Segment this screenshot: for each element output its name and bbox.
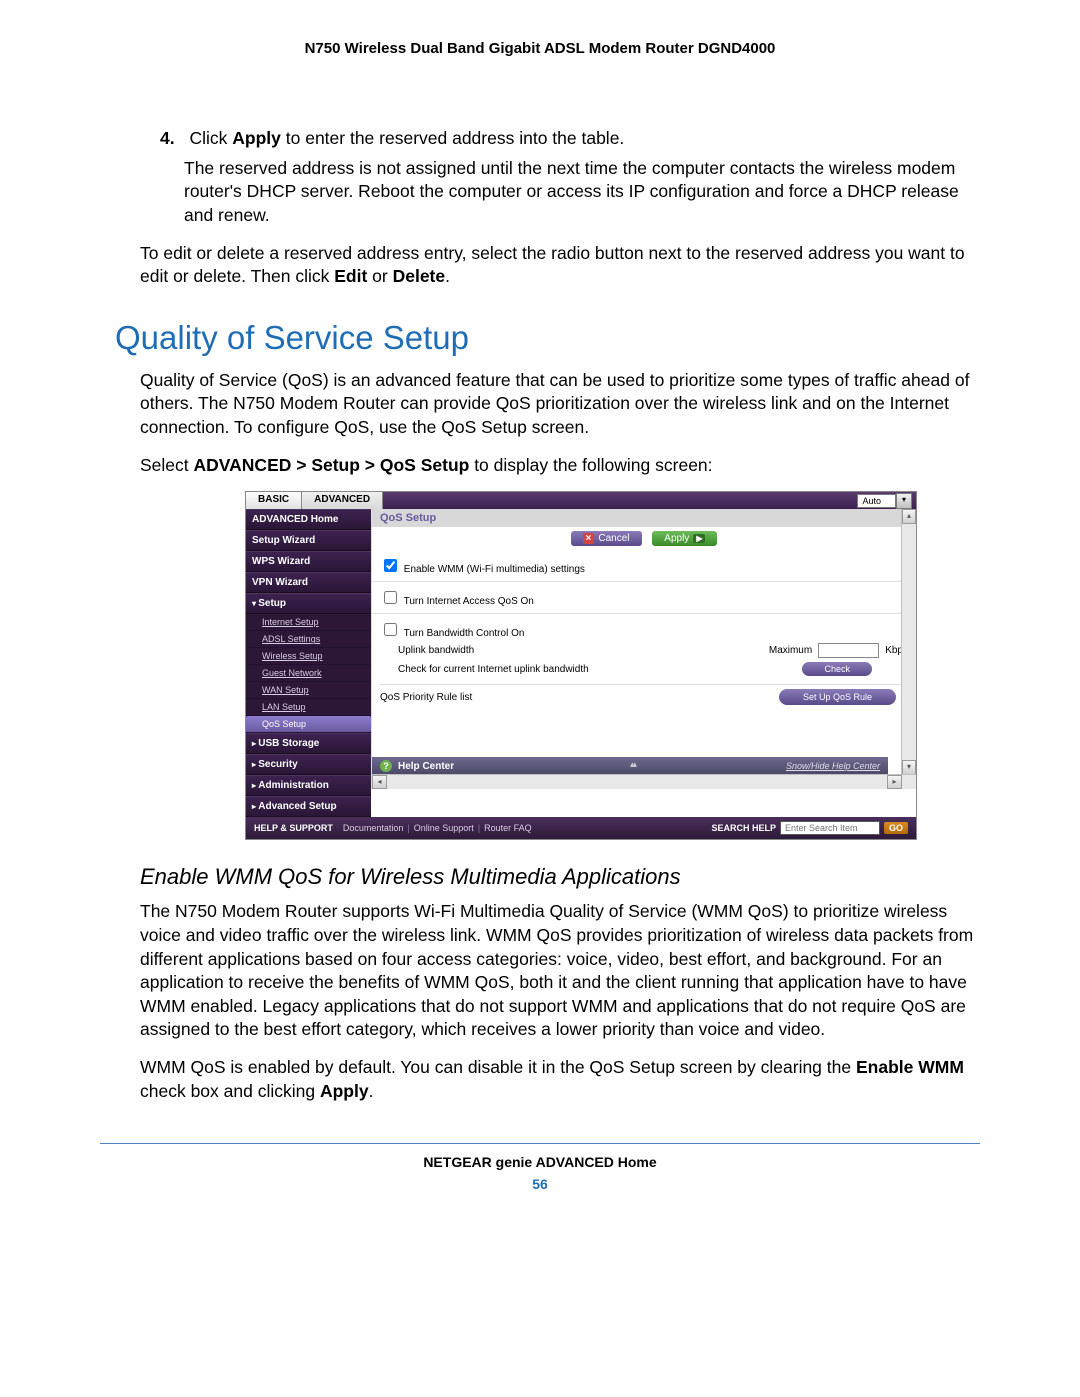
sidebar-sub-lan[interactable]: LAN Setup xyxy=(246,699,371,716)
step-paragraph: The reserved address is not assigned unt… xyxy=(184,157,980,228)
heading-qos-setup: Quality of Service Setup xyxy=(115,319,980,357)
step-number: 4. xyxy=(160,128,175,148)
close-icon: × xyxy=(583,533,595,544)
maximum-label: Maximum xyxy=(769,645,812,656)
uplink-bandwidth-row: Uplink bandwidth Maximum Kbps xyxy=(398,641,908,660)
chevron-up-icon[interactable]: ▴▴ xyxy=(630,759,635,770)
uplink-input[interactable] xyxy=(818,643,879,658)
search-input[interactable] xyxy=(780,821,880,835)
go-button[interactable]: GO xyxy=(884,822,908,834)
scroll-right-icon[interactable]: ▸ xyxy=(887,775,902,789)
action-bar: ×Cancel Apply▶ xyxy=(372,527,916,550)
chevron-down-icon[interactable]: ▾ xyxy=(896,493,912,509)
qos-rule-row: QoS Priority Rule list Set Up QoS Rule xyxy=(380,684,908,709)
sidebar: ADVANCED Home Setup Wizard WPS Wizard VP… xyxy=(246,509,371,817)
arrow-right-icon: ▶ xyxy=(693,534,705,543)
sidebar-sub-internet[interactable]: Internet Setup xyxy=(246,614,371,631)
qos-intro-paragraph: Quality of Service (QoS) is an advanced … xyxy=(140,369,980,440)
uplink-label: Uplink bandwidth xyxy=(398,645,474,656)
tab-bar: BASIC ADVANCED Auto ▾ xyxy=(246,492,916,509)
sidebar-security[interactable]: Security xyxy=(246,754,371,775)
sidebar-usb-storage[interactable]: USB Storage xyxy=(246,733,371,754)
enable-wmm-label: Enable WMM (Wi-Fi multimedia) settings xyxy=(404,564,585,575)
online-support-link[interactable]: Online Support xyxy=(414,823,474,833)
bandwidth-control-checkbox[interactable] xyxy=(384,623,397,636)
sidebar-vpn-wizard[interactable]: VPN Wizard xyxy=(246,572,371,593)
help-toggle-link[interactable]: Snow/Hide Help Center xyxy=(786,761,880,771)
scroll-left-icon[interactable]: ◂ xyxy=(372,775,387,789)
rule-list-label: QoS Priority Rule list xyxy=(380,692,472,703)
sidebar-sub-adsl[interactable]: ADSL Settings xyxy=(246,631,371,648)
select-path-paragraph: Select ADVANCED > Setup > QoS Setup to d… xyxy=(140,454,980,478)
sidebar-administration[interactable]: Administration xyxy=(246,775,371,796)
check-button[interactable]: Check xyxy=(802,662,872,676)
document-header: N750 Wireless Dual Band Gigabit ADSL Mod… xyxy=(100,40,980,57)
scroll-down-icon[interactable]: ▾ xyxy=(902,760,916,775)
internet-qos-label: Turn Internet Access QoS On xyxy=(404,596,534,607)
documentation-link[interactable]: Documentation xyxy=(343,823,404,833)
sidebar-sub-wan[interactable]: WAN Setup xyxy=(246,682,371,699)
vertical-scrollbar[interactable]: ▴ ▾ xyxy=(901,509,916,789)
enable-wmm-row: Enable WMM (Wi-Fi multimedia) settings xyxy=(380,554,908,577)
search-help-label: SEARCH HELP xyxy=(711,823,776,833)
page-footer: NETGEAR genie ADVANCED Home 56 xyxy=(100,1143,980,1192)
sidebar-setup-wizard[interactable]: Setup Wizard xyxy=(246,530,371,551)
wmm-paragraph-2: WMM QoS is enabled by default. You can d… xyxy=(140,1056,980,1103)
bandwidth-control-row: Turn Bandwidth Control On xyxy=(380,618,908,641)
language-value: Auto xyxy=(857,494,896,508)
step-text: Click Apply to enter the reserved addres… xyxy=(189,128,624,148)
footer-bar: HELP & SUPPORT Documentation | Online Su… xyxy=(246,817,916,839)
check-bandwidth-row: Check for current Internet uplink bandwi… xyxy=(398,660,908,678)
sidebar-sub-wireless[interactable]: Wireless Setup xyxy=(246,648,371,665)
sidebar-sub-guest[interactable]: Guest Network xyxy=(246,665,371,682)
heading-enable-wmm: Enable WMM QoS for Wireless Multimedia A… xyxy=(140,864,980,890)
router-ui-screenshot: BASIC ADVANCED Auto ▾ ADVANCED Home Setu… xyxy=(245,491,917,840)
edit-delete-paragraph: To edit or delete a reserved address ent… xyxy=(140,242,980,289)
internet-qos-row: Turn Internet Access QoS On xyxy=(380,586,908,609)
apply-button[interactable]: Apply▶ xyxy=(652,531,717,546)
help-icon: ? xyxy=(380,760,392,772)
sidebar-advanced-setup[interactable]: Advanced Setup xyxy=(246,796,371,817)
panel-title: QoS Setup xyxy=(372,509,916,527)
language-selector[interactable]: Auto ▾ xyxy=(857,493,912,509)
tab-basic[interactable]: BASIC xyxy=(246,492,302,509)
sidebar-sub-qos[interactable]: QoS Setup xyxy=(246,716,371,733)
setup-qos-rule-button[interactable]: Set Up QoS Rule xyxy=(779,689,896,705)
router-faq-link[interactable]: Router FAQ xyxy=(484,823,532,833)
page-number: 56 xyxy=(100,1176,980,1192)
help-center-bar[interactable]: ? Help Center ▴▴ Snow/Hide Help Center xyxy=(372,757,888,775)
scroll-up-icon[interactable]: ▴ xyxy=(902,509,916,524)
footer-title: NETGEAR genie ADVANCED Home xyxy=(100,1154,980,1170)
cancel-button[interactable]: ×Cancel xyxy=(571,531,642,546)
help-center-label: Help Center xyxy=(398,761,454,772)
internet-qos-checkbox[interactable] xyxy=(384,591,397,604)
sidebar-setup[interactable]: Setup xyxy=(246,593,371,614)
tab-advanced[interactable]: ADVANCED xyxy=(302,492,383,509)
enable-wmm-checkbox[interactable] xyxy=(384,559,397,572)
wmm-paragraph-1: The N750 Modem Router supports Wi-Fi Mul… xyxy=(140,900,980,1042)
horizontal-scrollbar[interactable]: ◂ ▸ xyxy=(372,774,916,789)
sidebar-advanced-home[interactable]: ADVANCED Home xyxy=(246,509,371,530)
check-label: Check for current Internet uplink bandwi… xyxy=(398,664,589,675)
help-support-label: HELP & SUPPORT xyxy=(254,823,333,833)
sidebar-wps-wizard[interactable]: WPS Wizard xyxy=(246,551,371,572)
bandwidth-control-label: Turn Bandwidth Control On xyxy=(404,628,525,639)
